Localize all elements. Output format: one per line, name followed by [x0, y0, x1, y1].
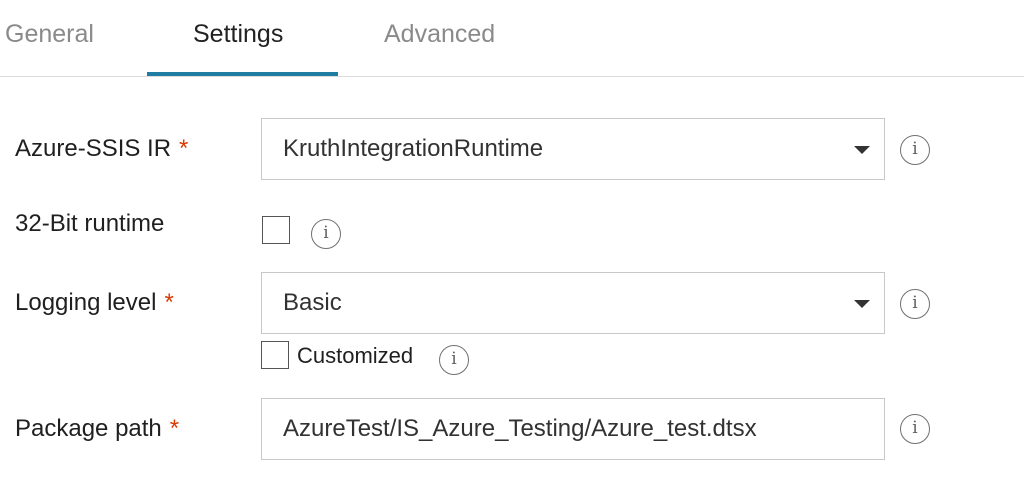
info-icon[interactable]: i [311, 219, 341, 249]
tab-general[interactable]: General [5, 0, 94, 76]
azure-ssis-ir-select[interactable]: KruthIntegrationRuntime [261, 118, 885, 180]
package-path-label-text: Package path [15, 415, 162, 442]
bit32-runtime-label: 32-Bit runtime [15, 210, 164, 238]
required-marker: * [169, 415, 180, 442]
bit32-runtime-label-text: 32-Bit runtime [15, 210, 165, 237]
info-icon[interactable]: i [900, 135, 930, 165]
chevron-down-icon [854, 300, 870, 308]
azure-ssis-ir-value: KruthIntegrationRuntime [283, 135, 544, 162]
required-marker: * [164, 289, 174, 316]
logging-level-label: Logging level * [15, 289, 174, 317]
logging-level-value: Basic [283, 289, 342, 316]
tab-settings[interactable]: Settings [193, 0, 283, 76]
package-path-label: Package path * [15, 415, 179, 443]
azure-ssis-ir-label-text: Azure-SSIS IR [15, 135, 172, 162]
info-icon[interactable]: i [900, 414, 930, 444]
tab-bar: General Settings Advanced [0, 0, 1024, 77]
customized-checkbox[interactable] [261, 341, 289, 369]
bit32-runtime-checkbox[interactable] [262, 216, 290, 244]
info-icon[interactable]: i [900, 289, 930, 319]
tab-advanced[interactable]: Advanced [384, 0, 495, 76]
active-tab-indicator [147, 72, 338, 76]
package-path-value: AzureTest/IS_Azure_Testing/Azure_test.dt… [283, 415, 757, 442]
azure-ssis-ir-label: Azure-SSIS IR * [15, 135, 188, 163]
customized-label: Customized [297, 343, 414, 368]
chevron-down-icon [854, 146, 870, 154]
package-path-input[interactable]: AzureTest/IS_Azure_Testing/Azure_test.dt… [261, 398, 885, 460]
logging-level-select[interactable]: Basic [261, 272, 885, 334]
info-icon[interactable]: i [439, 345, 469, 375]
required-marker: * [179, 135, 189, 162]
logging-level-label-text: Logging level [15, 289, 157, 316]
